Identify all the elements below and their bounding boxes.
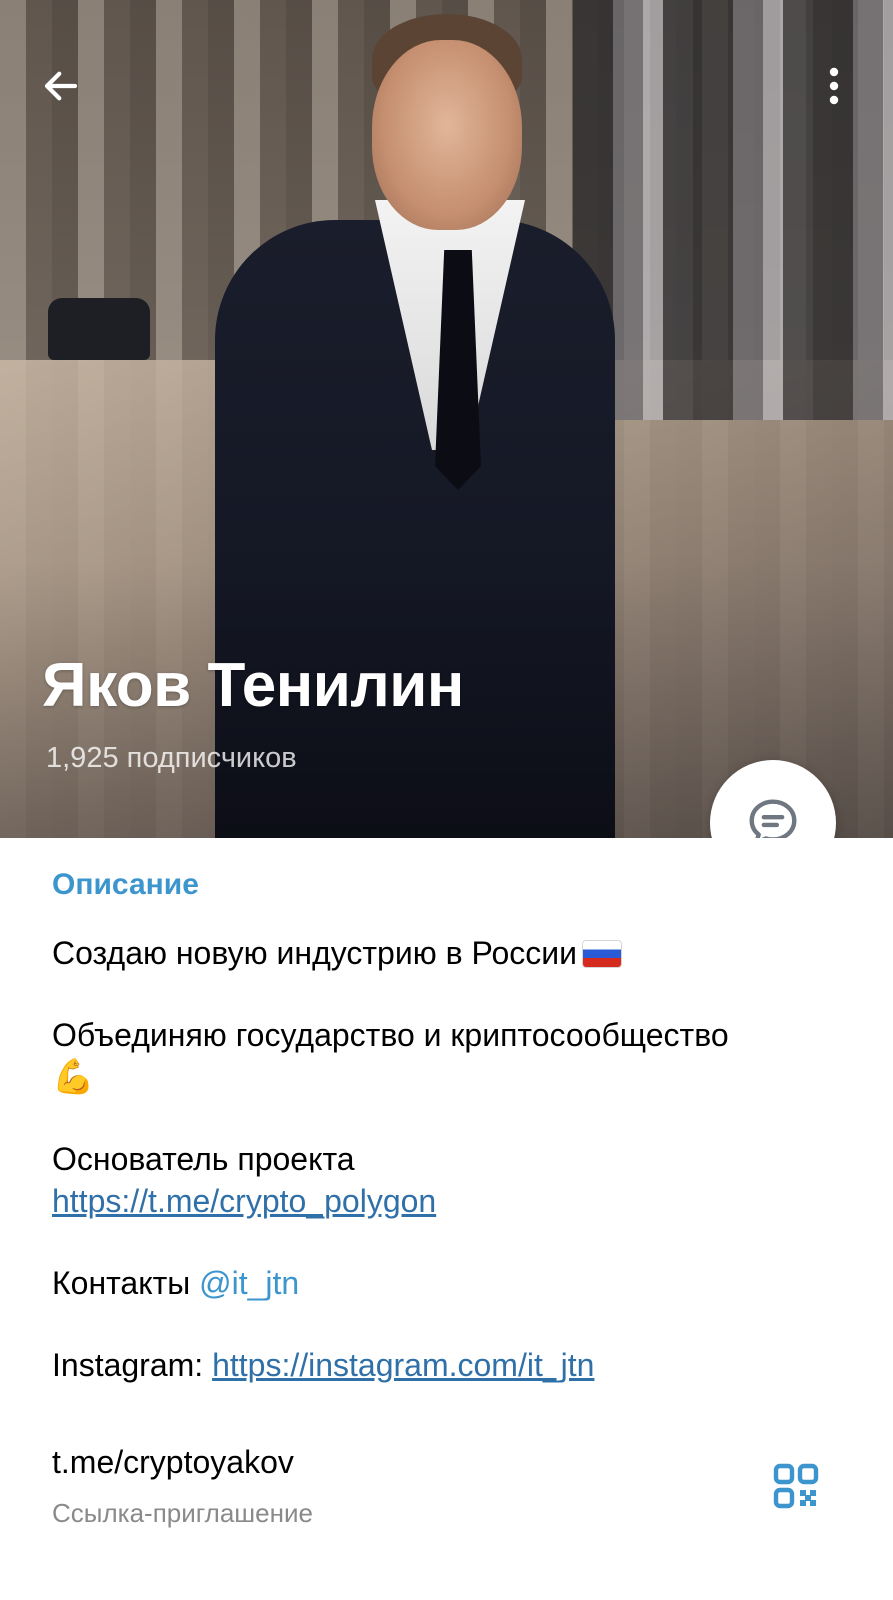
subscriber-count: 1,925 подписчиков [46, 742, 297, 774]
flexed-biceps-icon: 💪 [52, 1058, 95, 1096]
cover-car [48, 298, 150, 360]
qr-code-icon [773, 1463, 819, 1509]
description-line-unite: Объединяю государство и криптосообщество… [52, 1017, 729, 1096]
instagram-link[interactable]: https://instagram.com/it_jtn [212, 1347, 594, 1383]
qr-code-button[interactable] [772, 1462, 820, 1510]
cover-person-face [372, 40, 522, 230]
channel-cover-photo[interactable]: Яков Тенилин 1,925 подписчиков [0, 0, 893, 838]
description-line-industry: Создаю новую индустрию в России [52, 932, 852, 974]
description-line-instagram: Instagram: https://instagram.com/it_jtn [52, 1347, 595, 1383]
channel-profile-screen: Яков Тенилин 1,925 подписчиков Описание … [0, 0, 893, 1600]
russia-flag-icon [582, 941, 621, 967]
description-title: Описание [52, 868, 199, 901]
founder-project-link[interactable]: https://t.me/crypto_polygon [52, 1183, 436, 1219]
description-line-founder: Основатель проекта https://t.me/crypto_p… [52, 1141, 437, 1219]
back-arrow-icon [44, 71, 78, 101]
contacts-username-link[interactable]: @it_jtn [199, 1265, 299, 1301]
more-options-button[interactable] [819, 58, 849, 114]
description-line-contacts: Контакты @it_jtn [52, 1265, 300, 1301]
invite-link-caption: Ссылка-приглашение [52, 1498, 313, 1528]
more-vertical-icon [829, 67, 839, 105]
channel-info-section: Описание Создаю новую индустрию в России… [0, 838, 893, 1600]
back-button[interactable] [33, 58, 89, 114]
invite-link[interactable]: t.me/cryptoyakov [52, 1444, 294, 1481]
channel-description: Создаю новую индустрию в России Объединя… [52, 932, 852, 1426]
channel-name: Яков Тенилин [42, 651, 464, 720]
